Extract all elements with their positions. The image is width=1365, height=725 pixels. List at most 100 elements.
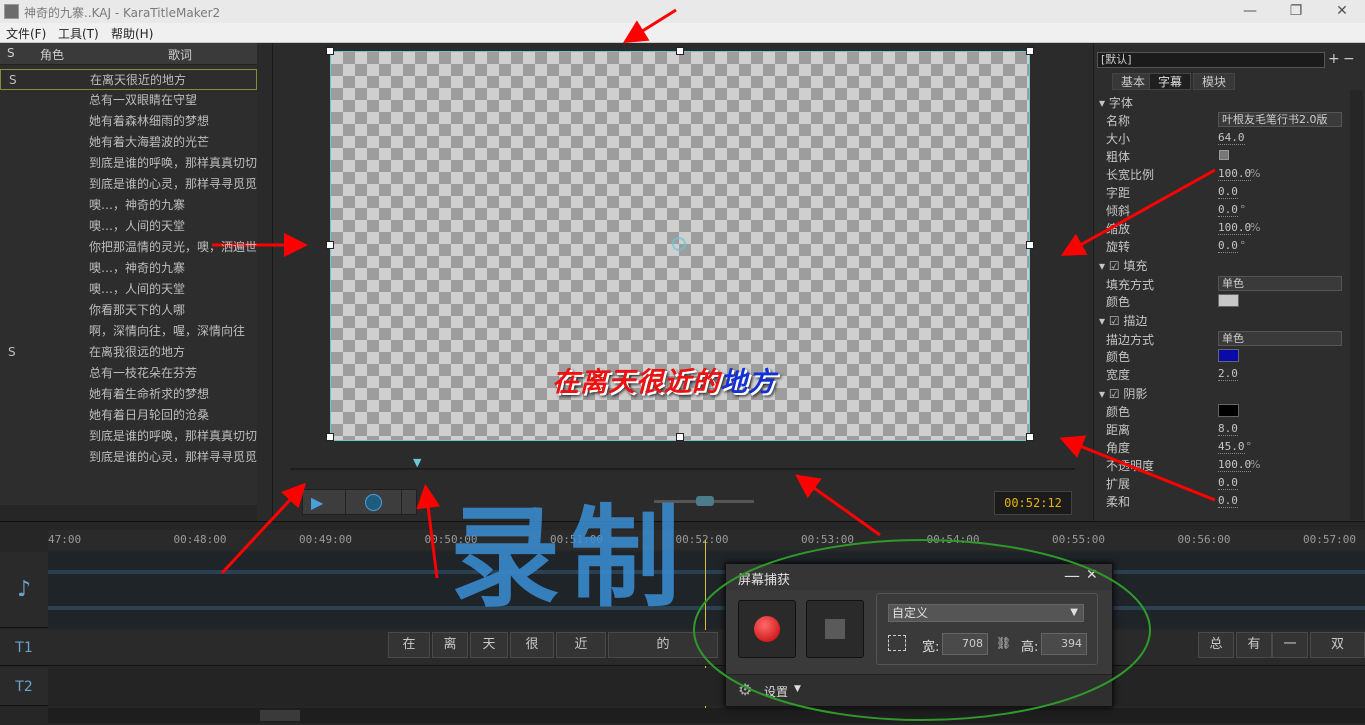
- lyric-vscrollbar[interactable]: [257, 43, 272, 521]
- width-input[interactable]: 708: [942, 633, 988, 655]
- start-record-button[interactable]: [738, 600, 796, 658]
- lyric-row[interactable]: 总有一枝花朵在芬芳: [0, 363, 257, 384]
- lyric-row[interactable]: 噢…，人间的天堂: [0, 279, 257, 300]
- fill-mode-select[interactable]: 单色: [1218, 276, 1342, 291]
- shadow-opacity-field[interactable]: 100.0: [1218, 458, 1252, 472]
- audio-track-head[interactable]: ♪: [0, 552, 48, 628]
- rotate-field[interactable]: 0.0: [1218, 239, 1238, 253]
- props-scrollbar[interactable]: [1350, 90, 1363, 520]
- lyric-row[interactable]: 她有着生命祈求的梦想: [0, 384, 257, 405]
- lyric-row[interactable]: 噢…，神奇的九寨: [0, 195, 257, 216]
- select-region-icon[interactable]: [888, 635, 906, 651]
- font-name-select[interactable]: 叶根友毛笔行书2.0版: [1218, 112, 1342, 127]
- resize-handle[interactable]: [1026, 241, 1034, 249]
- resize-handle[interactable]: [1026, 433, 1034, 441]
- shadow-section-header[interactable]: ▾ ☑ 阴影: [1099, 385, 1147, 402]
- syllable-block[interactable]: 天: [470, 632, 508, 658]
- lyric-row[interactable]: 总有一双眼睛在守望: [0, 90, 257, 111]
- capture-dialog-header[interactable]: 屏幕捕获 — ✕: [726, 564, 1112, 590]
- tab-basic[interactable]: 基本: [1112, 73, 1155, 90]
- syllable-block[interactable]: 离: [432, 632, 468, 658]
- shadow-soft-field[interactable]: 0.0: [1218, 494, 1238, 508]
- t2-syllable-track[interactable]: [48, 668, 1365, 706]
- preset-select[interactable]: [默认]: [1097, 52, 1325, 68]
- resize-handle[interactable]: [676, 47, 684, 55]
- lyric-row[interactable]: 到底是谁的呼唤，那样真真切切: [0, 426, 257, 447]
- syllable-block[interactable]: 总: [1198, 632, 1234, 658]
- shadow-angle-field[interactable]: 45.0: [1218, 440, 1245, 454]
- height-input[interactable]: 394: [1041, 633, 1087, 655]
- slider-thumb-icon[interactable]: ▼: [413, 456, 425, 469]
- lyric-row[interactable]: 噢…，神奇的九寨: [0, 258, 257, 279]
- lyric-row[interactable]: 她有着日月轮回的沧桑: [0, 405, 257, 426]
- resize-handle[interactable]: [676, 433, 684, 441]
- aspect-field[interactable]: 100.0: [1218, 167, 1252, 181]
- syllable-block[interactable]: 近: [556, 632, 606, 658]
- settings-button[interactable]: 设置: [764, 683, 788, 700]
- scroll-thumb[interactable]: [260, 710, 300, 721]
- zoom-slider-thumb[interactable]: [696, 496, 714, 506]
- add-preset-icon[interactable]: +: [1328, 51, 1340, 67]
- record-icon[interactable]: [365, 494, 382, 511]
- menu-file[interactable]: 文件(F): [6, 25, 46, 42]
- settings-chevron-icon[interactable]: ▼: [794, 684, 801, 694]
- lyric-row[interactable]: S 在离我很远的地方: [0, 342, 257, 363]
- lyric-row[interactable]: S 在离天很近的地方: [0, 69, 257, 90]
- resize-handle[interactable]: [326, 47, 334, 55]
- syllable-block[interactable]: 双: [1310, 632, 1365, 658]
- play-icon[interactable]: ▶: [311, 493, 323, 512]
- remove-preset-icon[interactable]: −: [1343, 51, 1355, 67]
- fill-section-header[interactable]: ▾ ☑ 填充: [1099, 257, 1147, 274]
- syllable-block[interactable]: 在: [388, 632, 430, 658]
- bold-checkbox[interactable]: [1219, 150, 1229, 160]
- t1-track-head[interactable]: T1: [0, 630, 48, 666]
- lyric-row[interactable]: 你把那温情的灵光，噢，洒遍世界: [0, 237, 257, 258]
- capture-mode-select[interactable]: 自定义 ▼: [888, 604, 1084, 622]
- scale-field[interactable]: 100.0: [1218, 221, 1252, 235]
- timeline-hscrollbar[interactable]: [48, 708, 1365, 723]
- syllable-block[interactable]: 的: [608, 632, 718, 658]
- tab-module[interactable]: 模块: [1193, 73, 1236, 90]
- lyric-row[interactable]: 到底是谁的呼唤，那样真真切切: [0, 153, 257, 174]
- stroke-width-field[interactable]: 2.0: [1218, 367, 1238, 381]
- menu-help[interactable]: 帮助(H): [111, 25, 153, 42]
- stroke-color-swatch[interactable]: [1218, 349, 1239, 362]
- syllable-block[interactable]: 很: [510, 632, 554, 658]
- menu-tools[interactable]: 工具(T): [58, 25, 99, 42]
- lyric-row[interactable]: 她有着大海碧波的光芒: [0, 132, 257, 153]
- tab-subtitle[interactable]: 字幕: [1149, 73, 1192, 90]
- stroke-mode-select[interactable]: 单色: [1218, 331, 1342, 346]
- minimize-button[interactable]: —: [1227, 0, 1273, 23]
- lyric-row[interactable]: 你看那天下的人哪: [0, 300, 257, 321]
- audio-waveform-track[interactable]: [48, 552, 1365, 628]
- spacing-field[interactable]: 0.0: [1218, 185, 1238, 199]
- lyric-hscrollbar[interactable]: [0, 505, 257, 521]
- resize-handle[interactable]: [1026, 47, 1034, 55]
- lyric-row[interactable]: 啊，深情向往，喔，深情向往: [0, 321, 257, 342]
- syllable-block[interactable]: 一: [1272, 632, 1308, 658]
- italic-field[interactable]: 0.0: [1218, 203, 1238, 217]
- fill-color-swatch[interactable]: [1218, 294, 1239, 307]
- stop-record-button[interactable]: [806, 600, 864, 658]
- close-icon[interactable]: ✕: [1086, 567, 1098, 583]
- resize-handle[interactable]: [326, 241, 334, 249]
- stroke-section-header[interactable]: ▾ ☑ 描边: [1099, 312, 1147, 329]
- shadow-color-swatch[interactable]: [1218, 404, 1239, 417]
- syllable-block[interactable]: 有: [1236, 632, 1272, 658]
- resize-handle[interactable]: [326, 433, 334, 441]
- minimize-icon[interactable]: —: [1064, 566, 1080, 585]
- t2-track-head[interactable]: T2: [0, 668, 48, 706]
- lyric-row[interactable]: 她有着森林细雨的梦想: [0, 111, 257, 132]
- shadow-distance-field[interactable]: 8.0: [1218, 422, 1238, 436]
- lyric-row[interactable]: 噢…，人间的天堂: [0, 216, 257, 237]
- gear-icon[interactable]: ⚙: [738, 680, 752, 699]
- maximize-button[interactable]: ❐: [1273, 0, 1319, 23]
- font-size-field[interactable]: 64.0: [1218, 131, 1245, 145]
- lyric-row[interactable]: 到底是谁的心灵，那样寻寻觅觅: [0, 174, 257, 195]
- center-point-icon[interactable]: [672, 237, 686, 251]
- font-section-header[interactable]: ▾ 字体: [1099, 94, 1133, 111]
- close-button[interactable]: ✕: [1319, 0, 1365, 23]
- lyric-row[interactable]: 到底是谁的心灵，那样寻寻觅觅: [0, 447, 257, 462]
- link-ratio-icon[interactable]: ⛓: [996, 636, 1011, 650]
- shadow-spread-field[interactable]: 0.0: [1218, 476, 1238, 490]
